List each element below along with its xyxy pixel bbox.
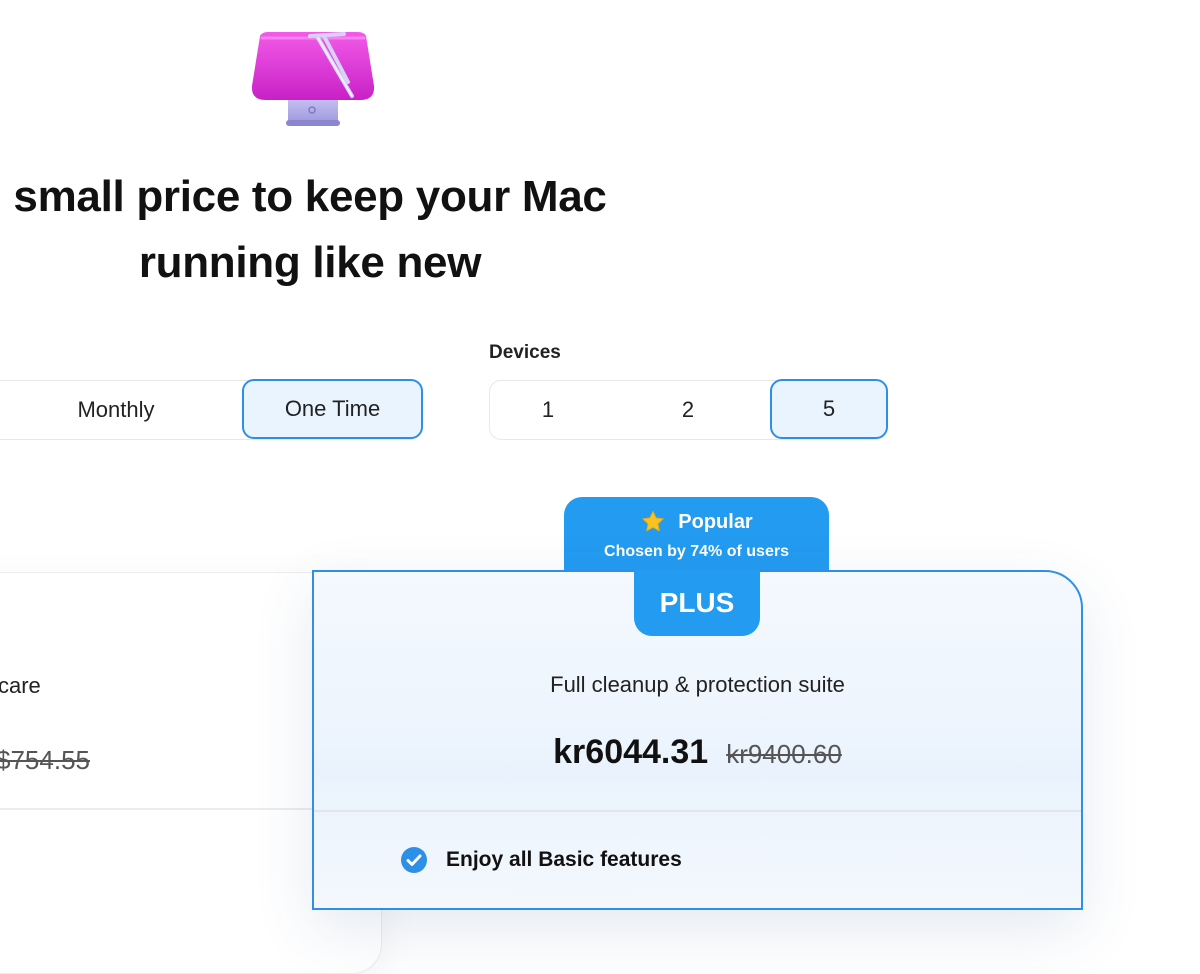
devices-option-label: 5 (822, 396, 836, 421)
plus-feature-item: Enjoy all Basic features (400, 846, 682, 874)
billing-option-monthly[interactable]: Monthly (1, 381, 231, 439)
devices-selector: 1 2 5 (489, 379, 888, 440)
check-circle-icon (401, 847, 427, 873)
star-icon (642, 510, 664, 532)
basic-plan-description: care (0, 673, 41, 698)
plus-plan-name: PLUS (634, 570, 760, 636)
devices-option-5[interactable]: 5 (770, 379, 888, 439)
plus-plan-old-price: kr9400.60 (726, 739, 842, 769)
devices-label: Devices (489, 342, 561, 363)
plus-feature-text: Enjoy all Basic features (446, 848, 682, 871)
plus-plan-description: Full cleanup & protection suite (550, 672, 845, 697)
basic-plan-divider (0, 808, 315, 810)
plus-plan-divider (314, 810, 1081, 812)
billing-option-one-time[interactable]: One Time (242, 379, 423, 439)
app-logo-icon (251, 32, 375, 126)
devices-option-2[interactable]: 2 (630, 381, 746, 439)
headline-line-2: running like new (138, 238, 482, 287)
devices-option-label: 1 (541, 397, 555, 422)
popular-subtitle: Chosen by 74% of users (604, 543, 789, 560)
devices-option-1[interactable]: 1 (490, 381, 606, 439)
plus-plan-price-row: kr6044.31 kr9400.60 (312, 733, 1083, 772)
billing-option-label: Monthly (77, 397, 155, 422)
basic-plan-old-price: $754.55 (0, 745, 90, 775)
page-headline: small price to keep your Mac running lik… (0, 164, 640, 296)
popular-title: Popular (678, 510, 753, 533)
plus-plan-price: kr6044.31 (553, 733, 709, 771)
headline-line-1: small price to keep your Mac (13, 172, 607, 221)
devices-option-label: 2 (681, 397, 695, 422)
billing-option-label: One Time (284, 396, 381, 421)
billing-period-selector: Monthly One Time (0, 379, 423, 440)
